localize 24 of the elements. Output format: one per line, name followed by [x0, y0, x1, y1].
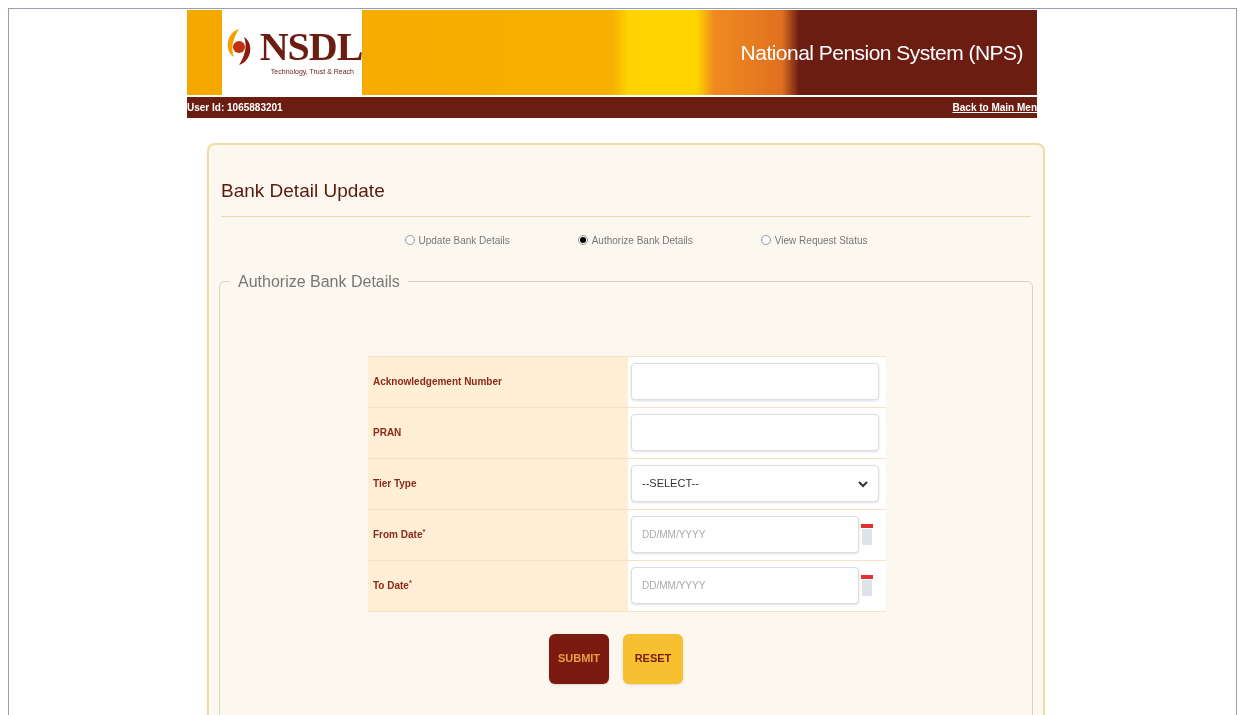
field-label: From Date$^{*}$ — [372, 527, 427, 542]
page-title: Bank Detail Update — [221, 177, 1031, 217]
calendar-icon[interactable] — [861, 574, 873, 597]
site-title: National Pension System (NPS) — [740, 39, 1023, 66]
logo-text: NSDL — [259, 27, 363, 68]
field-label: To Date$^{*}$ — [372, 578, 413, 593]
tier-dropdown[interactable]: --SELECT-- — [631, 465, 879, 502]
field-label: PRAN — [372, 426, 403, 440]
user-id: User Id: 1065883201 — [187, 101, 283, 115]
back-link[interactable]: Back to Main Men — [952, 100, 1037, 115]
radio-option[interactable]: View Request Status — [760, 232, 868, 248]
calendar-icon[interactable] — [861, 523, 873, 546]
field-label: Acknowledgement Number — [372, 375, 503, 389]
field-label: Tier Type — [372, 477, 418, 491]
submit-button[interactable]: SUBMIT — [549, 633, 609, 684]
input-field[interactable] — [631, 363, 879, 400]
date-field[interactable]: DD/MM/YYYY — [631, 567, 859, 604]
radio-option[interactable]: Authorize Bank Details — [577, 232, 693, 248]
input-field[interactable] — [631, 414, 879, 451]
section-legend: Authorize Bank Details — [230, 269, 408, 294]
reset-button[interactable]: RESET — [623, 633, 683, 684]
radio-option[interactable]: Update Bank Details — [404, 232, 510, 248]
chevron-icon — [858, 479, 868, 488]
date-field[interactable]: DD/MM/YYYY — [631, 516, 859, 553]
